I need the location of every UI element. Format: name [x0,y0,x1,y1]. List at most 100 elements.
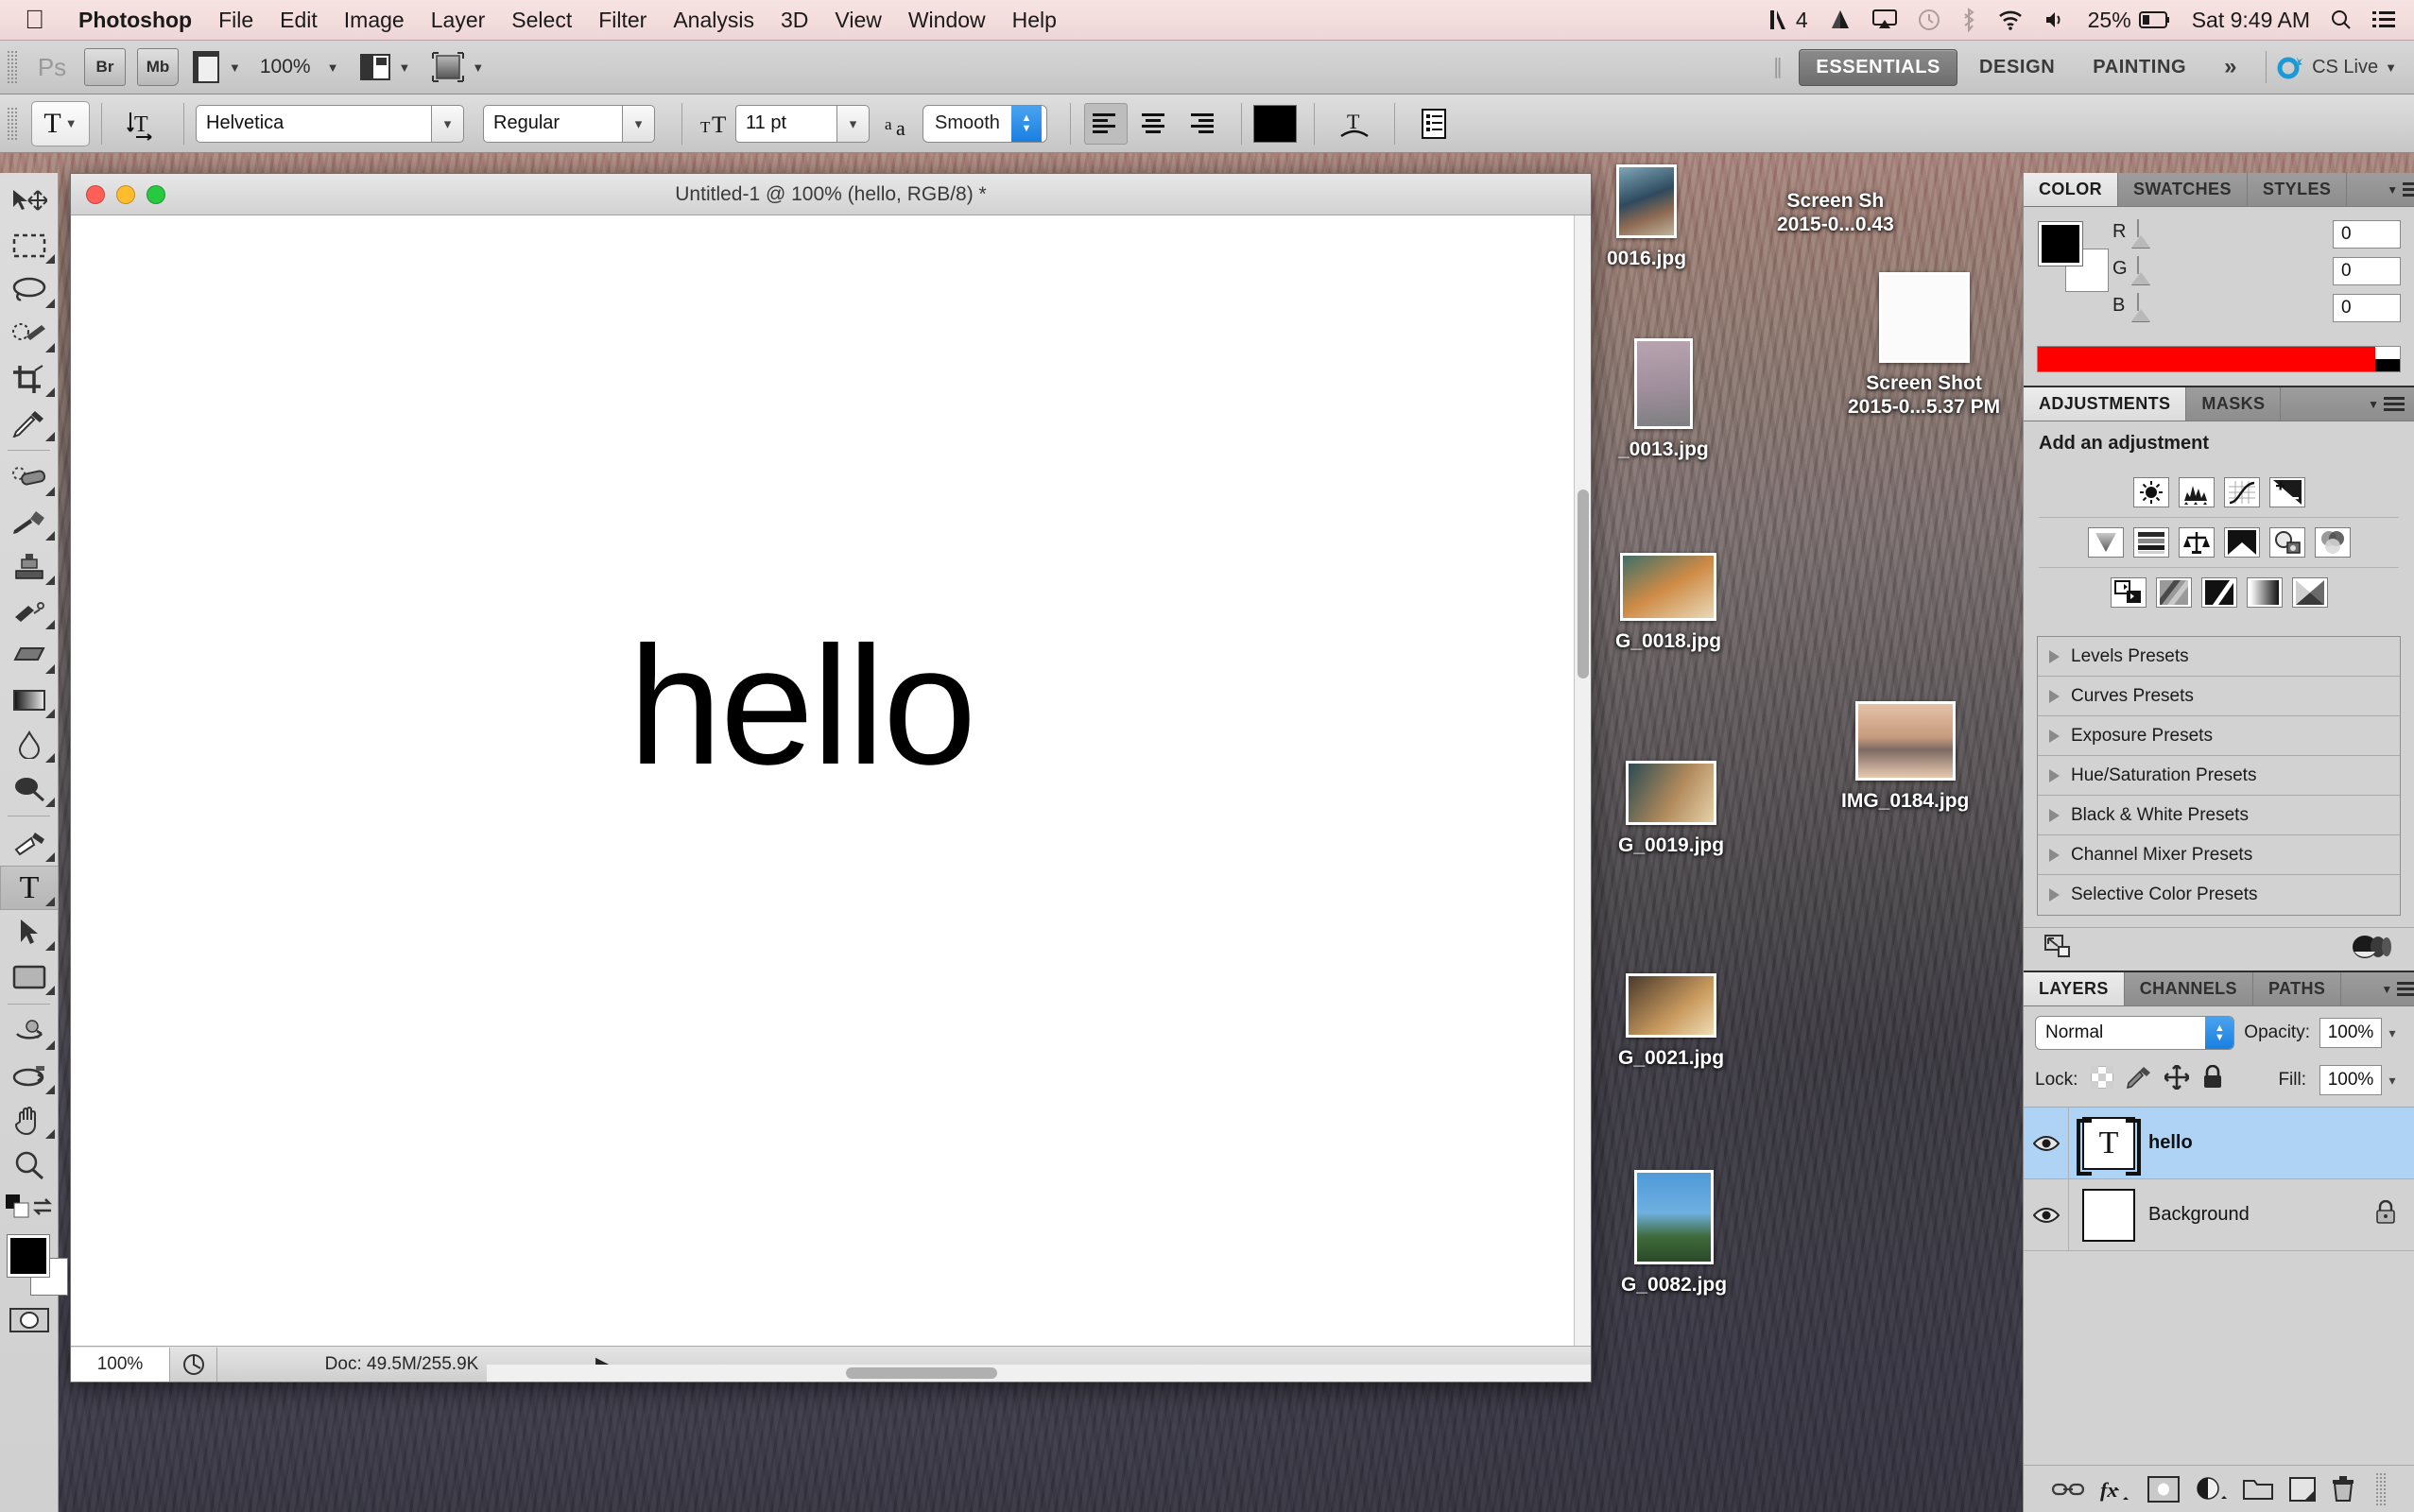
preset-channel-mixer[interactable]: Channel Mixer Presets [2038,835,2400,875]
lock-position-icon[interactable] [2164,1064,2191,1095]
tool-3d-orbit[interactable] [0,1054,59,1098]
desktop-icon[interactable]: 0016.jpg [1607,164,1686,271]
minimize-button[interactable] [116,184,135,204]
zoom-button[interactable] [147,184,165,204]
tool-pen[interactable] [0,821,59,866]
quick-mask-icon[interactable] [0,1299,59,1341]
new-group-icon[interactable] [2243,1477,2274,1502]
layer-style-icon[interactable]: fx [2100,1477,2132,1502]
disclosure-triangle-icon[interactable] [2049,649,2060,663]
layer-thumbnail[interactable] [2082,1188,2135,1242]
lock-transparent-icon[interactable] [2090,1065,2114,1094]
color-spectrum-ramp[interactable] [2037,346,2401,372]
tool-marquee[interactable] [0,223,59,267]
screen-mode-icon[interactable]: ▼ [359,51,410,83]
curves-icon[interactable] [2223,477,2260,507]
desktop-icon[interactable]: Screen Sh 2015-0...0.43 [1777,185,1894,237]
canvas-area[interactable]: hello [71,215,1591,1346]
channel-value-b[interactable]: 0 [2333,294,2401,322]
tool-type[interactable]: T [0,866,59,910]
options-gripper[interactable] [7,106,17,141]
workspace-design[interactable]: DESIGN [1963,50,2071,85]
tool-spot-healing[interactable] [0,455,59,500]
font-size-dropdown[interactable]: ▾ [837,104,870,143]
tool-gradient[interactable] [0,678,59,722]
preset-black-white[interactable]: Black & White Presets [2038,796,2400,835]
workspace-painting[interactable]: PAINTING [2077,50,2202,85]
tool-3d-rotate[interactable] [0,1009,59,1054]
slider-track-b[interactable] [2131,293,2323,321]
panel-menu-icon[interactable]: ▼ [2371,972,2414,1005]
menu-item-select[interactable]: Select [498,8,585,33]
tab-channels[interactable]: CHANNELS [2125,972,2253,1005]
tool-blur[interactable] [0,722,59,766]
tab-color[interactable]: COLOR [2024,173,2118,206]
menu-item-help[interactable]: Help [999,8,1070,33]
apple-icon[interactable]:  [25,7,44,33]
font-family-dropdown[interactable]: ▾ [432,104,464,143]
tab-masks[interactable]: MASKS [2186,387,2282,421]
slider-track-r[interactable] [2131,219,2323,248]
menu-item-image[interactable]: Image [331,8,418,33]
tool-lasso[interactable] [0,267,59,312]
lock-all-icon[interactable] [2202,1064,2223,1095]
stepper-icon[interactable]: ▲ ▼ [2205,1017,2234,1049]
opacity-field[interactable]: 100% ▾ [2319,1018,2403,1048]
foreground-color-swatch[interactable] [2039,222,2082,266]
font-size-field[interactable]: 11 pt [735,104,837,143]
chevron-down-icon[interactable]: ▼ [2385,60,2397,75]
tab-layers[interactable]: LAYERS [2024,972,2125,1005]
slider-knob-g[interactable] [2131,272,2150,284]
tab-swatches[interactable]: SWATCHES [2118,173,2248,206]
menu-item-view[interactable]: View [821,8,894,33]
fill-field[interactable]: 100% ▾ [2319,1065,2403,1095]
layer-visibility-icon[interactable] [2024,1179,2069,1250]
close-button[interactable] [86,184,105,204]
opacity-value[interactable]: 100% [2319,1018,2382,1048]
spotlight-icon[interactable] [2320,9,2362,30]
scrollbar-thumb[interactable] [846,1367,997,1379]
blend-mode-select[interactable]: Normal ▲ ▼ [2035,1016,2235,1050]
menu-item-analysis[interactable]: Analysis [660,8,767,33]
tab-paths[interactable]: PATHS [2253,972,2342,1005]
align-left-button[interactable] [1084,102,1128,145]
gradient-map-icon[interactable] [2246,577,2283,608]
slider-track-g[interactable] [2131,256,2323,284]
table-row[interactable]: T hello [2024,1108,2414,1179]
tool-move[interactable] [0,179,59,223]
workspace-more-button[interactable]: » [2208,47,2253,87]
doc-preview-icon[interactable] [170,1347,217,1382]
notification-center-icon[interactable] [2362,10,2414,29]
preset-levels[interactable]: Levels Presets [2038,637,2400,677]
preset-curves[interactable]: Curves Presets [2038,677,2400,716]
threshold-icon[interactable] [2200,577,2237,608]
layer-name[interactable]: Background [2148,1204,2374,1226]
current-tool-preset[interactable]: T ▼ [31,100,90,146]
disclosure-triangle-icon[interactable] [2049,768,2060,782]
menu-item-layer[interactable]: Layer [418,8,499,33]
channel-value-g[interactable]: 0 [2333,257,2401,285]
brightness-contrast-icon[interactable] [2132,477,2169,507]
tool-eraser[interactable] [0,633,59,678]
disclosure-triangle-icon[interactable] [2049,689,2060,703]
volume-icon[interactable] [2034,9,2078,30]
preset-selective-color[interactable]: Selective Color Presets [2038,875,2400,915]
tool-history-brush[interactable] [0,589,59,633]
panel-menu-icon[interactable]: ▼ [2358,387,2414,421]
spectrum-bw-swatches[interactable] [2375,347,2400,371]
link-layers-icon[interactable] [2052,1480,2085,1499]
timemachine-icon[interactable] [1907,9,1951,31]
hue-saturation-icon[interactable] [2132,527,2169,558]
black-white-icon[interactable] [2223,527,2260,558]
foreground-background-colors[interactable] [0,1229,68,1299]
text-color-swatch[interactable] [1253,104,1297,143]
fill-value[interactable]: 100% [2319,1065,2382,1095]
airplay-icon[interactable] [1862,9,1907,31]
channel-value-r[interactable]: 0 [2333,220,2401,249]
desktop-icon[interactable]: G_0082.jpg [1621,1170,1727,1297]
vibrance-icon[interactable] [2087,527,2124,558]
preset-exposure[interactable]: Exposure Presets [2038,716,2400,756]
levels-icon[interactable] [2178,477,2215,507]
arrange-documents-icon[interactable]: ▼ [431,51,484,83]
chevron-down-icon[interactable]: ▼ [472,60,484,75]
